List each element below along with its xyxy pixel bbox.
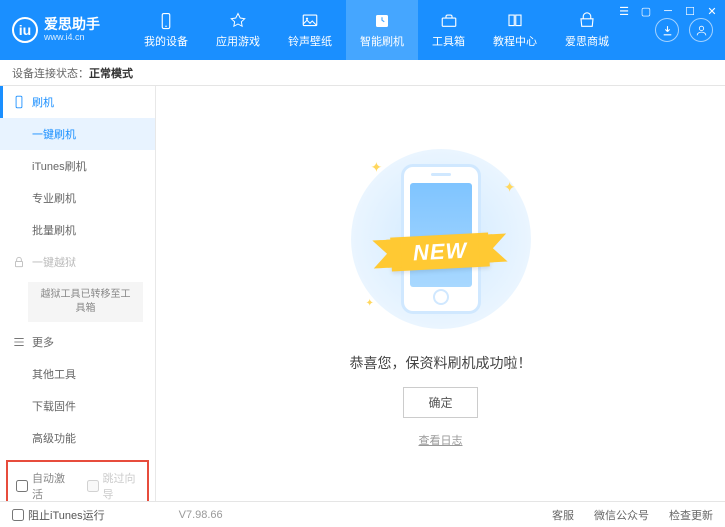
skip-guide-checkbox[interactable]: 跳过向导	[87, 470, 140, 501]
sidebar-group-flash[interactable]: 刷机	[0, 86, 155, 118]
success-illustration: ✦ ✦ ✦ NEW	[341, 139, 541, 339]
nav-label: 爱思商城	[565, 33, 609, 49]
logo-icon: iu	[12, 17, 38, 43]
new-ribbon: NEW	[391, 232, 491, 271]
sidebar-item-pro[interactable]: 专业刷机	[0, 182, 155, 214]
footer-wechat-link[interactable]: 微信公众号	[594, 507, 649, 523]
maximize-button[interactable]: ☐	[683, 4, 697, 18]
version-label: V7.98.66	[179, 509, 223, 521]
app-logo: iu 爱思助手 www.i4.cn	[12, 17, 100, 43]
lock-icon	[12, 255, 26, 269]
nav-tutorials[interactable]: 教程中心	[479, 0, 551, 60]
close-button[interactable]: ✕	[705, 4, 719, 18]
auto-activate-checkbox[interactable]: 自动激活	[16, 470, 69, 501]
nav-label: 工具箱	[432, 33, 465, 49]
group-label: 更多	[32, 334, 54, 350]
sidebar-item-download[interactable]: 下载固件	[0, 390, 155, 422]
sidebar-item-itunes[interactable]: iTunes刷机	[0, 150, 155, 182]
app-subtitle: www.i4.cn	[44, 33, 100, 43]
phone-icon	[12, 95, 26, 109]
status-value: 正常模式	[89, 65, 133, 81]
apps-icon	[227, 12, 249, 30]
store-icon	[576, 12, 598, 30]
status-label: 设备连接状态：	[12, 65, 89, 81]
checkbox-label: 阻止iTunes运行	[28, 507, 105, 523]
nav-store[interactable]: 爱思商城	[551, 0, 623, 60]
download-button[interactable]	[655, 18, 679, 42]
block-itunes-checkbox[interactable]: 阻止iTunes运行	[12, 507, 105, 523]
device-icon	[155, 12, 177, 30]
group-label: 刷机	[32, 94, 54, 110]
nav-flash[interactable]: 智能刷机	[346, 0, 418, 60]
list-icon	[12, 335, 26, 349]
jailbreak-note: 越狱工具已转移至工具箱	[28, 282, 143, 322]
image-icon	[299, 12, 321, 30]
nav-label: 铃声壁纸	[288, 33, 332, 49]
nav-label: 教程中心	[493, 33, 537, 49]
status-bar: 设备连接状态： 正常模式	[0, 60, 725, 86]
sidebar-item-other[interactable]: 其他工具	[0, 358, 155, 390]
toolbox-icon	[438, 12, 460, 30]
checkbox-label: 自动激活	[32, 470, 69, 501]
user-button[interactable]	[689, 18, 713, 42]
checkbox-label: 跳过向导	[103, 470, 140, 501]
nav-ringtones[interactable]: 铃声壁纸	[274, 0, 346, 60]
sidebar-group-more[interactable]: 更多	[0, 326, 155, 358]
success-message: 恭喜您，保资料刷机成功啦！	[350, 353, 532, 373]
book-icon	[504, 12, 526, 30]
footer-update-link[interactable]: 检查更新	[669, 507, 713, 523]
ok-button[interactable]: 确定	[403, 387, 477, 418]
nav-label: 智能刷机	[360, 33, 404, 49]
minimize-button[interactable]: ─	[661, 4, 675, 18]
view-log-link[interactable]: 查看日志	[419, 432, 463, 448]
options-highlight-box: 自动激活 跳过向导	[6, 460, 149, 501]
flash-icon	[371, 12, 393, 30]
menu-icon[interactable]: ☰	[617, 4, 631, 18]
nav-toolbox[interactable]: 工具箱	[418, 0, 479, 60]
app-title: 爱思助手	[44, 17, 100, 32]
skin-icon[interactable]: ▢	[639, 4, 653, 18]
group-label: 一键越狱	[32, 254, 76, 270]
nav-label: 我的设备	[144, 33, 188, 49]
sidebar-item-advanced[interactable]: 高级功能	[0, 422, 155, 454]
footer-service-link[interactable]: 客服	[552, 507, 574, 523]
sidebar-item-batch[interactable]: 批量刷机	[0, 214, 155, 246]
nav-apps[interactable]: 应用游戏	[202, 0, 274, 60]
nav-my-device[interactable]: 我的设备	[130, 0, 202, 60]
sidebar-item-oneclick[interactable]: 一键刷机	[0, 118, 155, 150]
nav-label: 应用游戏	[216, 33, 260, 49]
sidebar-group-jailbreak[interactable]: 一键越狱	[0, 246, 155, 278]
